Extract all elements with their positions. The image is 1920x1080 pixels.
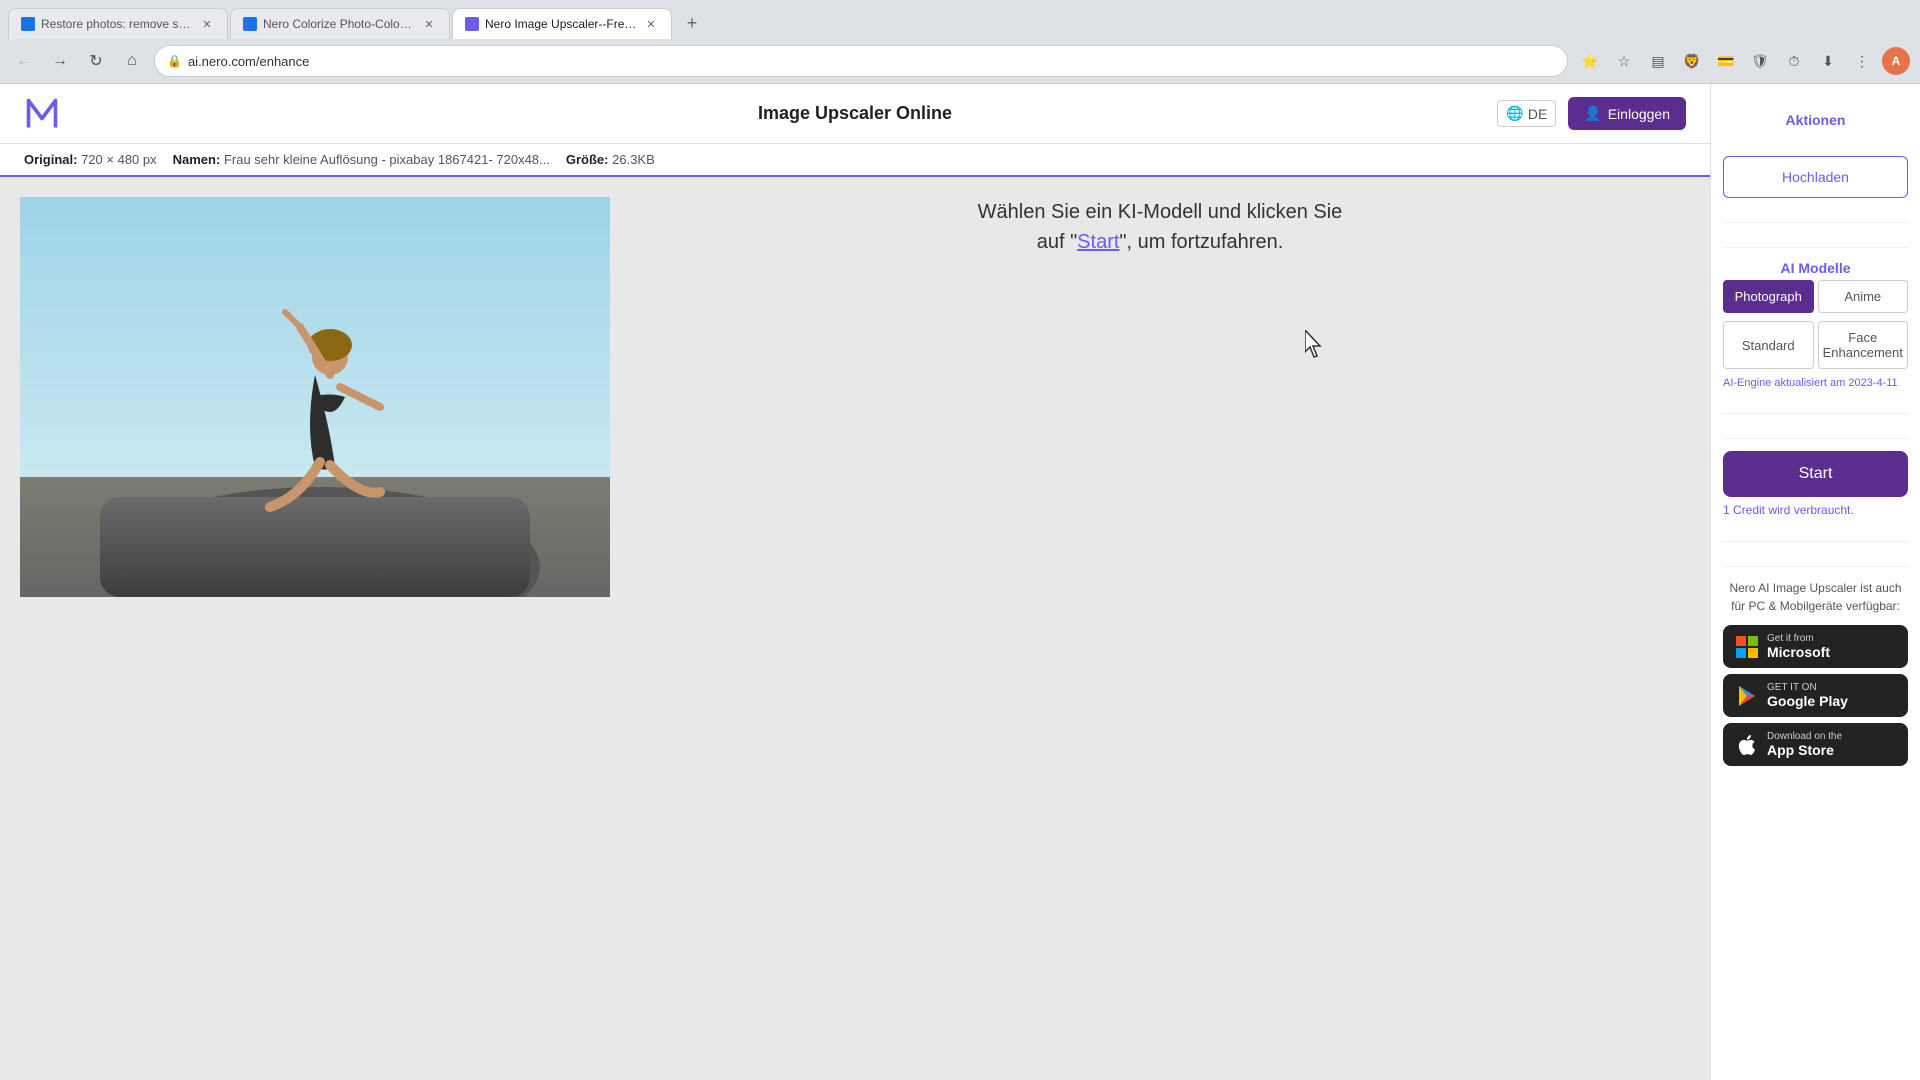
ai-models-section: AI Modelle Photograph Anime Standard Fac… bbox=[1723, 247, 1908, 389]
login-button[interactable]: 👤 Einloggen bbox=[1568, 97, 1686, 130]
lock-icon: 🔒 bbox=[167, 54, 182, 68]
app-header: Image Upscaler Online 🌐 DE 👤 Einloggen bbox=[0, 84, 1710, 144]
app-store-text: Download on the App Store bbox=[1767, 731, 1842, 758]
home-button[interactable]: ⌂ bbox=[118, 47, 146, 75]
login-label: Einloggen bbox=[1608, 106, 1670, 122]
model-row-1: Photograph Anime bbox=[1723, 280, 1908, 313]
instruction-area: Wählen Sie ein KI-Modell und klicken Sie… bbox=[630, 197, 1690, 257]
info-bar: Original: 720 × 480 px Namen: Frau sehr … bbox=[0, 144, 1710, 177]
name-info: Namen: Frau sehr kleine Auflösung - pixa… bbox=[173, 152, 550, 167]
tab-restore[interactable]: Restore photos: remove scratc... ✕ bbox=[8, 8, 228, 39]
extensions-icon[interactable]: ⭐ bbox=[1576, 47, 1604, 75]
microsoft-store-text: Get it from Microsoft bbox=[1767, 633, 1830, 660]
profile-avatar[interactable]: A bbox=[1882, 47, 1910, 75]
divider-3 bbox=[1723, 541, 1908, 542]
user-icon: 👤 bbox=[1584, 105, 1601, 122]
instruction-text: Wählen Sie ein KI-Modell und klicken Sie… bbox=[978, 197, 1343, 257]
tab-favicon-2 bbox=[243, 17, 257, 31]
lang-text: DE bbox=[1528, 106, 1547, 122]
promo-text: Nero AI Image Upscaler ist auch für PC &… bbox=[1723, 579, 1908, 615]
model-row-2: Standard Face Enhancement bbox=[1723, 321, 1908, 369]
tab-favicon-1 bbox=[21, 17, 35, 31]
address-bar-row: ← → ↻ ⌂ 🔒 ai.nero.com/enhance ⭐ ☆ ▤ 🦁 💳 … bbox=[0, 39, 1920, 83]
upload-button[interactable]: Hochladen bbox=[1723, 156, 1908, 198]
download-icon[interactable]: ⬇ bbox=[1814, 47, 1842, 75]
google-play-icon bbox=[1735, 684, 1759, 708]
settings-icon[interactable]: ⋮ bbox=[1848, 47, 1876, 75]
app-logo bbox=[24, 96, 60, 132]
tab-title-2: Nero Colorize Photo-Colorize Yo... bbox=[263, 17, 415, 31]
google-play-text: GET IT ON Google Play bbox=[1767, 682, 1848, 709]
content-wrapper: Image Upscaler Online 🌐 DE 👤 Einloggen O… bbox=[0, 84, 1710, 1080]
credit-info: 1 Credit wird verbraucht. bbox=[1723, 503, 1908, 517]
brave-icon[interactable]: 🦁 bbox=[1678, 47, 1706, 75]
aktionen-label: Aktionen bbox=[1723, 100, 1908, 140]
start-section: Start 1 Credit wird verbraucht. bbox=[1723, 438, 1908, 517]
name-value: Frau sehr kleine Auflösung - pixabay 186… bbox=[224, 152, 550, 167]
header-right: 🌐 DE 👤 Einloggen bbox=[1497, 97, 1686, 130]
tab-favicon-3 bbox=[465, 17, 479, 31]
bookmark-icon[interactable]: ☆ bbox=[1610, 47, 1638, 75]
start-button[interactable]: Start bbox=[1723, 451, 1908, 497]
photograph-button[interactable]: Photograph bbox=[1723, 280, 1814, 313]
vpn-icon[interactable]: 🛡 bbox=[1746, 47, 1774, 75]
instruction-line2: auf "Start", um fortzufahren. bbox=[978, 227, 1343, 257]
reload-button[interactable]: ↻ bbox=[82, 47, 110, 75]
ai-models-title: AI Modelle bbox=[1723, 260, 1908, 276]
sidebar: Aktionen Hochladen AI Modelle Photograph… bbox=[1710, 84, 1920, 1080]
original-label: Original: 720 × 480 px bbox=[24, 152, 157, 167]
toolbar-icons: ⭐ ☆ ▤ 🦁 💳 🛡 ⏱ ⬇ ⋮ A bbox=[1576, 47, 1910, 75]
address-bar[interactable]: 🔒 ai.nero.com/enhance bbox=[154, 45, 1568, 77]
tab-colorize[interactable]: Nero Colorize Photo-Colorize Yo... ✕ bbox=[230, 8, 450, 39]
app-body: Image Upscaler Online 🌐 DE 👤 Einloggen O… bbox=[0, 84, 1920, 1080]
size-info: Größe: 26.3KB bbox=[566, 152, 655, 167]
engine-info: AI-Engine aktualisiert am 2023-4-11 bbox=[1723, 377, 1908, 389]
apple-icon bbox=[1735, 733, 1759, 757]
tab-groups-icon[interactable]: ▤ bbox=[1644, 47, 1672, 75]
tab-upscaler[interactable]: Nero Image Upscaler--Free Pho... ✕ bbox=[452, 8, 672, 39]
tab-close-3[interactable]: ✕ bbox=[643, 16, 659, 32]
tab-title-1: Restore photos: remove scratc... bbox=[41, 17, 193, 31]
original-value: 720 × 480 px bbox=[81, 152, 157, 167]
original-image bbox=[20, 197, 610, 597]
google-play-button[interactable]: GET IT ON Google Play bbox=[1723, 674, 1908, 717]
tab-close-2[interactable]: ✕ bbox=[421, 16, 437, 32]
promo-section: Nero AI Image Upscaler ist auch für PC &… bbox=[1723, 566, 1908, 772]
page-title: Image Upscaler Online bbox=[758, 103, 952, 124]
forward-button[interactable]: → bbox=[46, 47, 74, 75]
divider-1 bbox=[1723, 222, 1908, 223]
wallet-icon[interactable]: 💳 bbox=[1712, 47, 1740, 75]
address-text: ai.nero.com/enhance bbox=[188, 54, 1555, 69]
tab-bar: Restore photos: remove scratc... ✕ Nero … bbox=[0, 0, 1920, 39]
logo-icon bbox=[24, 96, 60, 132]
anime-button[interactable]: Anime bbox=[1818, 280, 1909, 313]
microsoft-icon bbox=[1735, 635, 1759, 659]
instruction-line1: Wählen Sie ein KI-Modell und klicken Sie bbox=[978, 197, 1343, 227]
tab-close-1[interactable]: ✕ bbox=[199, 16, 215, 32]
tab-title-3: Nero Image Upscaler--Free Pho... bbox=[485, 17, 637, 31]
history-icon[interactable]: ⏱ bbox=[1780, 47, 1808, 75]
language-selector[interactable]: 🌐 DE bbox=[1497, 100, 1556, 127]
globe-icon: 🌐 bbox=[1506, 105, 1523, 122]
app-store-button[interactable]: Download on the App Store bbox=[1723, 723, 1908, 766]
divider-2 bbox=[1723, 413, 1908, 414]
microsoft-store-button[interactable]: Get it from Microsoft bbox=[1723, 625, 1908, 668]
back-button[interactable]: ← bbox=[10, 47, 38, 75]
new-tab-button[interactable]: + bbox=[678, 10, 706, 38]
image-result-row: Wählen Sie ein KI-Modell und klicken Sie… bbox=[0, 177, 1710, 1080]
start-link[interactable]: Start bbox=[1077, 231, 1119, 253]
size-value: 26.3KB bbox=[612, 152, 655, 167]
face-enhancement-button[interactable]: Face Enhancement bbox=[1818, 321, 1909, 369]
standard-button[interactable]: Standard bbox=[1723, 321, 1814, 369]
